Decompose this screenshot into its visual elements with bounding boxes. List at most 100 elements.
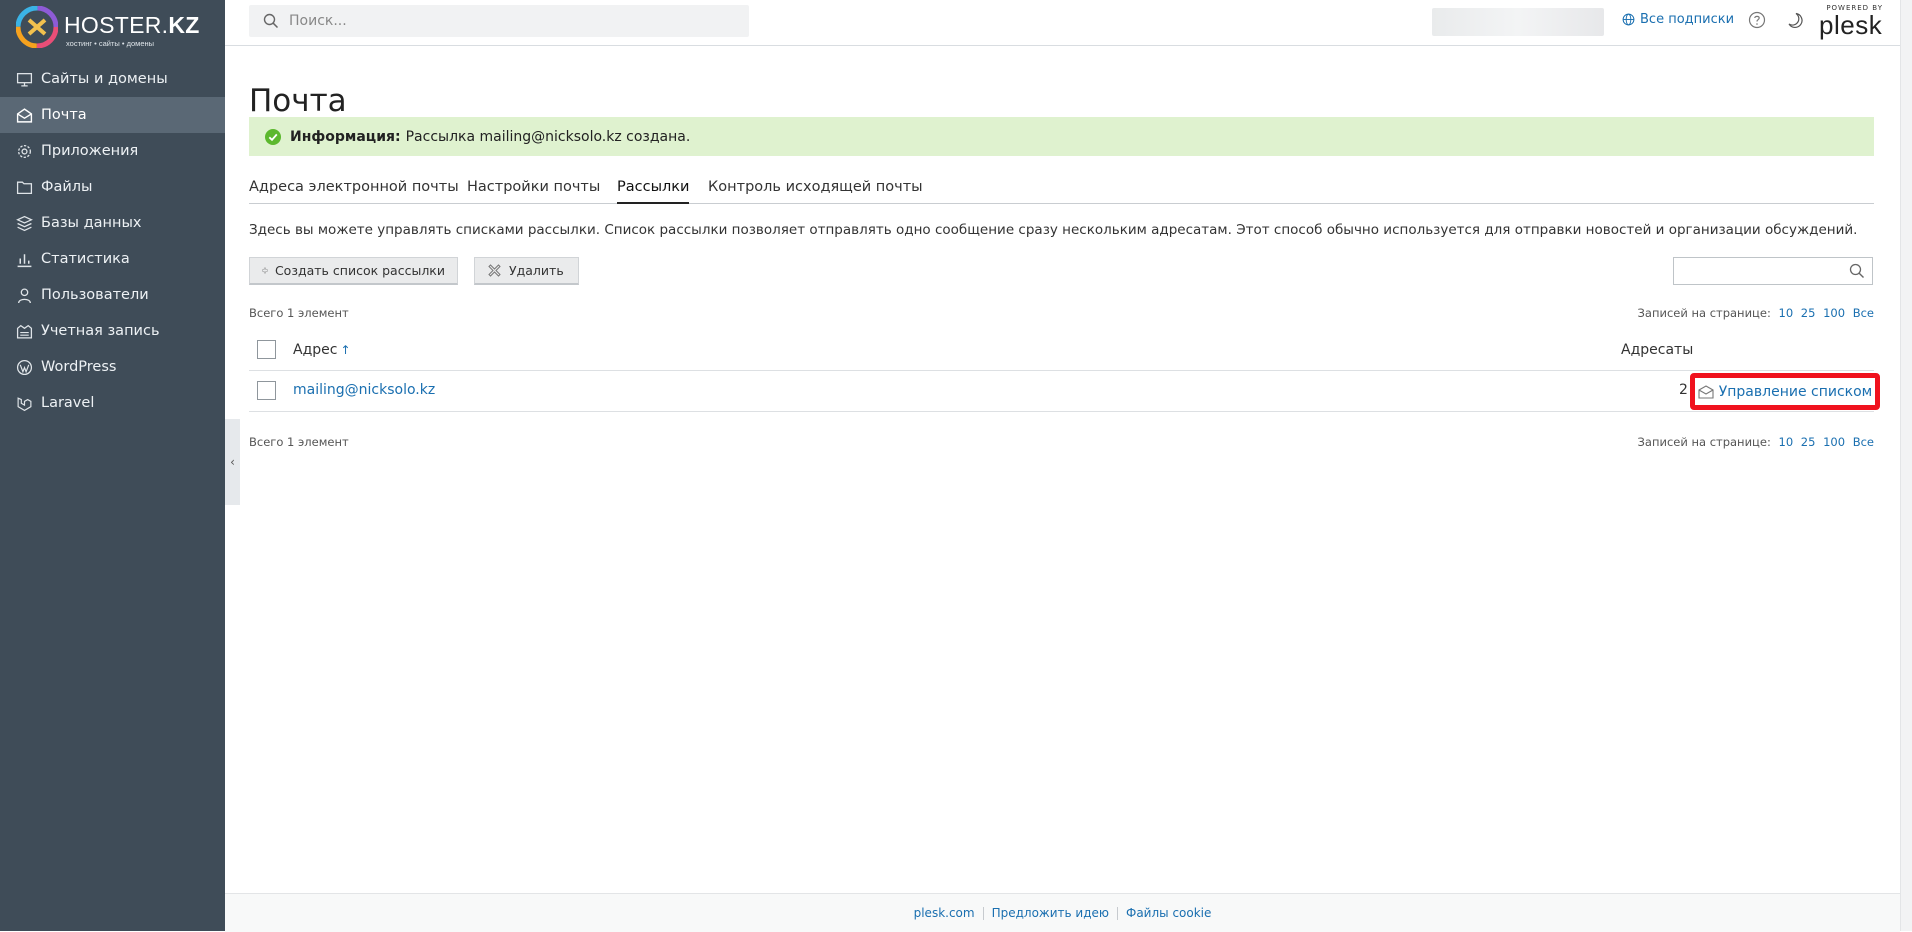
- row-checkbox[interactable]: [257, 381, 276, 400]
- gear-icon: [18, 144, 31, 158]
- sidebar-item-label: Пользователи: [41, 287, 149, 303]
- database-icon: [16, 215, 33, 231]
- globe-icon: [1622, 13, 1635, 26]
- table-row: mailing@nicksolo.kz 2 Управление списком: [249, 371, 1880, 412]
- info-message: Информация: Рассылка mailing@nicksolo.kz…: [249, 117, 1874, 156]
- per-page-all[interactable]: Все: [1853, 435, 1874, 449]
- user-menu[interactable]: [1432, 8, 1604, 36]
- search-icon: [1849, 263, 1864, 278]
- envelope-icon: [1698, 384, 1714, 399]
- delete-x-icon: [488, 264, 501, 277]
- sidebar-item-label: Статистика: [41, 251, 130, 267]
- tab-outgoing-mail-control[interactable]: Контроль исходящей почты: [708, 179, 923, 202]
- sidebar: HOSTER.KZ хостинг • сайты • домены Сайты…: [0, 0, 225, 931]
- plus-icon: [262, 267, 268, 274]
- wordpress-icon: [16, 359, 33, 375]
- info-text: Рассылка mailing@nicksolo.kz создана.: [405, 128, 691, 145]
- sidebar-item-label: WordPress: [41, 359, 117, 375]
- tab-mail-settings[interactable]: Настройки почты: [467, 179, 600, 202]
- footer: plesk.com Предложить идею Файлы cookie: [225, 893, 1900, 932]
- check-circle-icon: [265, 128, 281, 145]
- per-page-label: Записей на странице:: [1637, 435, 1771, 449]
- page-title: Почта: [249, 82, 347, 119]
- per-page-100[interactable]: 100: [1823, 306, 1845, 320]
- sidebar-item-statistics[interactable]: Статистика: [0, 241, 225, 277]
- column-recipients: Адресаты: [1621, 342, 1694, 358]
- per-page-selector-bottom: Записей на странице: 10 25 100 Все: [1638, 435, 1874, 449]
- sidebar-item-files[interactable]: Файлы: [0, 169, 225, 205]
- manage-list-label: Управление списком: [1718, 383, 1873, 400]
- sidebar-item-account[interactable]: Учетная запись: [0, 313, 225, 349]
- page-description: Здесь вы можете управлять списками рассы…: [249, 222, 1858, 238]
- sidebar-item-label: Сайты и домены: [41, 71, 168, 87]
- recipients-count: 2: [1679, 382, 1688, 398]
- per-page-selector: Записей на странице: 10 25 100 Все: [1638, 306, 1874, 320]
- sidebar-item-mail[interactable]: Почта: [0, 97, 225, 133]
- manage-list-button[interactable]: Управление списком: [1690, 373, 1880, 410]
- sidebar-item-label: Почта: [41, 107, 87, 123]
- plesk-logo[interactable]: POWERED BY plesk: [1815, 4, 1885, 40]
- create-label: Создать список рассылки: [274, 263, 445, 278]
- total-count-bottom: Всего 1 элемент: [249, 435, 349, 449]
- footer-link-cookies[interactable]: Файлы cookie: [1118, 906, 1219, 920]
- per-page-all[interactable]: Все: [1853, 306, 1874, 320]
- sidebar-item-applications[interactable]: Приложения: [0, 133, 225, 169]
- per-page-100[interactable]: 100: [1823, 435, 1845, 449]
- sidebar-item-label: Файлы: [41, 179, 93, 195]
- per-page-25[interactable]: 25: [1801, 435, 1816, 449]
- list-search[interactable]: [1673, 257, 1873, 285]
- subscriptions-label: Все подписки: [1640, 12, 1735, 27]
- sidebar-item-label: Laravel: [41, 395, 95, 411]
- sidebar-item-wordpress[interactable]: WordPress: [0, 349, 225, 385]
- logo-mark-icon: [16, 6, 58, 48]
- sidebar-nav: Сайты и домены Почта Приложения Файлы Ба…: [0, 61, 225, 421]
- total-count: Всего 1 элемент: [249, 306, 349, 320]
- bar-chart-icon: [17, 253, 32, 267]
- sidebar-item-databases[interactable]: Базы данных: [0, 205, 225, 241]
- column-address[interactable]: Адрес ↑: [293, 342, 351, 358]
- sort-arrow-icon: ↑: [340, 343, 351, 357]
- tab-mailing-lists[interactable]: Рассылки: [617, 179, 690, 204]
- footer-link-suggest-idea[interactable]: Предложить идею: [984, 906, 1117, 920]
- sidebar-item-sites[interactable]: Сайты и домены: [0, 61, 225, 97]
- per-page-10[interactable]: 10: [1779, 306, 1794, 320]
- folder-icon: [16, 181, 33, 194]
- per-page-25[interactable]: 25: [1801, 306, 1816, 320]
- monitor-icon: [16, 72, 33, 87]
- moon-icon[interactable]: [1785, 11, 1803, 29]
- tab-email-addresses[interactable]: Адреса электронной почты: [249, 179, 459, 202]
- select-all-checkbox[interactable]: [257, 340, 276, 359]
- search-icon: [263, 13, 279, 29]
- tabs: Адреса электронной почты Настройки почты…: [249, 176, 1874, 204]
- info-label: Информация:: [290, 128, 401, 145]
- footer-link-plesk[interactable]: plesk.com: [906, 906, 983, 920]
- user-icon: [18, 287, 31, 303]
- delete-button[interactable]: Удалить: [474, 257, 579, 285]
- search-input[interactable]: [287, 12, 731, 30]
- hoster-logo[interactable]: HOSTER.KZ хостинг • сайты • домены: [16, 6, 216, 52]
- create-mailing-list-button[interactable]: Создать список рассылки: [249, 257, 458, 285]
- sidebar-collapse-handle[interactable]: ‹: [225, 419, 240, 505]
- list-search-input[interactable]: [1680, 258, 1844, 284]
- per-page-label: Записей на странице:: [1637, 306, 1771, 320]
- laravel-icon: [17, 396, 32, 411]
- account-icon: [16, 324, 33, 339]
- subscriptions-switcher[interactable]: Все подписки: [1622, 12, 1734, 27]
- per-page-10[interactable]: 10: [1779, 435, 1794, 449]
- page-scrollbar[interactable]: [1900, 0, 1912, 931]
- global-search[interactable]: [249, 5, 749, 37]
- help-icon[interactable]: [1748, 11, 1766, 29]
- plesk-wordmark: plesk: [1819, 10, 1883, 40]
- sidebar-item-label: Учетная запись: [41, 323, 160, 339]
- logo-tagline: хостинг • сайты • домены: [66, 39, 155, 48]
- logo-text: HOSTER.KZ: [64, 12, 200, 38]
- chevron-left-icon: ‹: [230, 455, 235, 469]
- mailing-list-address-link[interactable]: mailing@nicksolo.kz: [293, 382, 435, 398]
- topbar: Все подписки POWERED BY plesk: [225, 0, 1900, 46]
- sidebar-item-laravel[interactable]: Laravel: [0, 385, 225, 421]
- sidebar-item-label: Приложения: [41, 143, 139, 159]
- delete-label: Удалить: [509, 263, 564, 278]
- mail-icon: [16, 107, 33, 123]
- sidebar-item-users[interactable]: Пользователи: [0, 277, 225, 313]
- sidebar-item-label: Базы данных: [41, 215, 142, 231]
